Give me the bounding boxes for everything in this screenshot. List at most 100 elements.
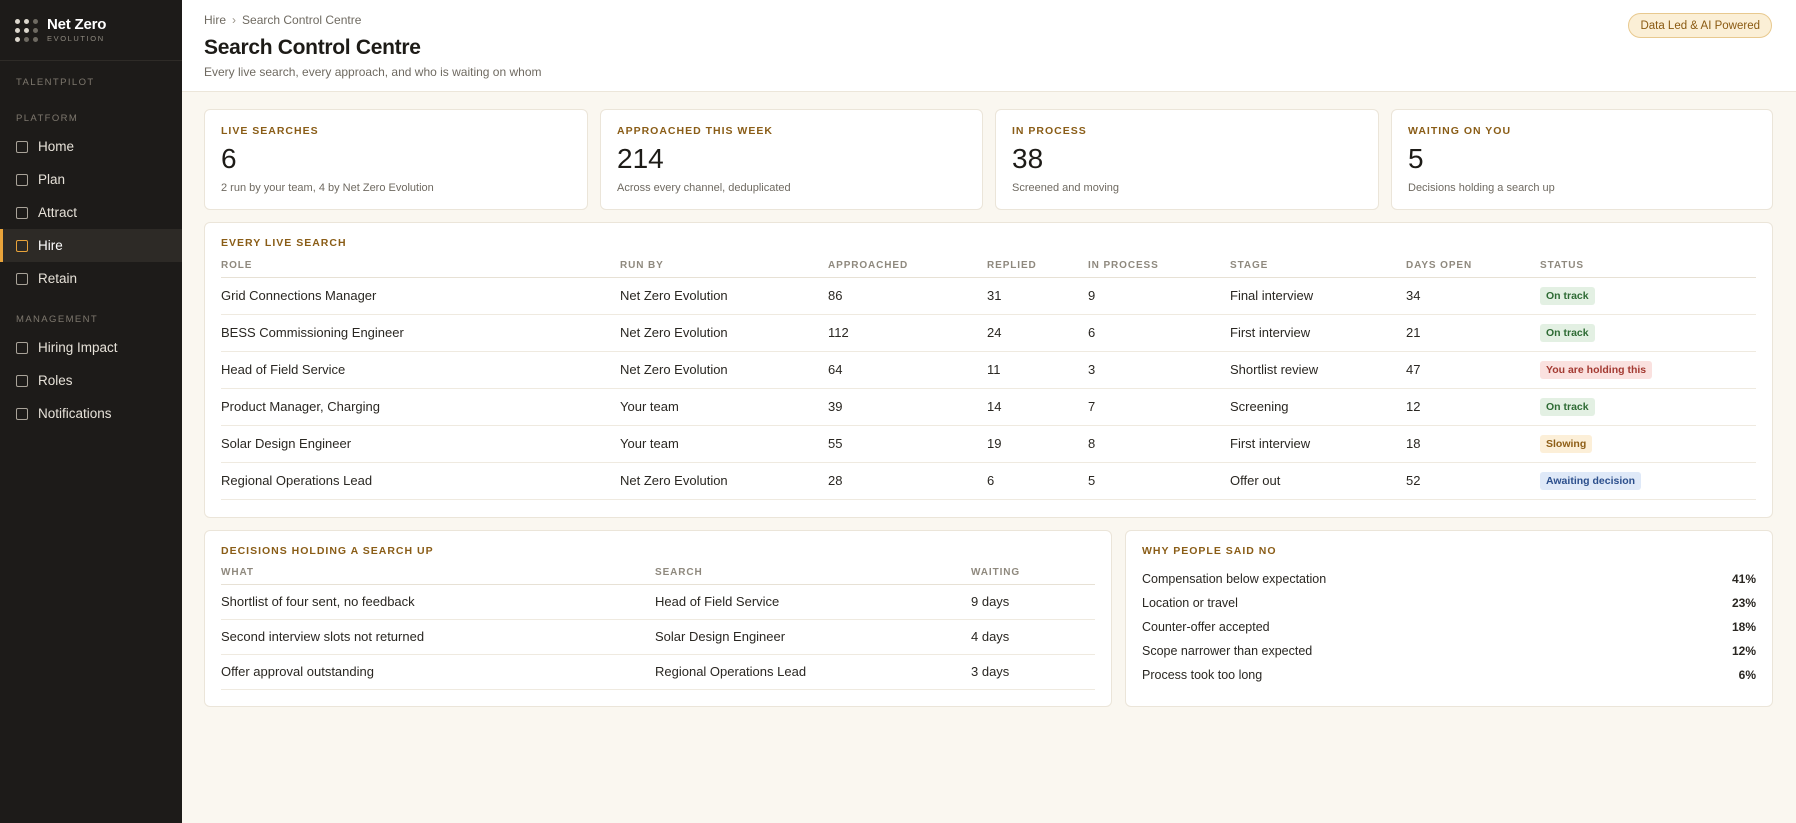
checkbox-icon [16,140,28,153]
reasons-list: Compensation below expectation 41% Locat… [1142,567,1756,687]
status-badge: You are holding this [1540,360,1653,379]
brand[interactable]: Net Zero EVOLUTION [0,0,182,61]
checkbox-icon [16,272,28,285]
column-header-replied[interactable]: REPLIED [987,255,1088,278]
breadcrumb-item-current: Search Control Centre [242,13,362,27]
column-header-role[interactable]: ROLE [221,255,620,278]
kpi-label: WAITING ON YOU [1408,125,1512,137]
table-row[interactable]: BESS Commissioning Engineer Net Zero Evo… [221,314,1756,352]
sidebar-item-notifications[interactable]: Notifications [0,397,182,430]
cell-run-by: Net Zero Evolution [620,351,828,389]
cell-role: Solar Design Engineer [221,425,620,463]
status-badge: On track [1540,323,1595,342]
cell-run-by: Net Zero Evolution [620,462,828,500]
kpi-note: Decisions holding a search up [1408,182,1555,195]
cell-approached: 55 [828,425,987,463]
sidebar-item-hiring-impact[interactable]: Hiring Impact [0,331,182,364]
sidebar-item-plan[interactable]: Plan [0,163,182,196]
list-item: Compensation below expectation 41% [1142,567,1756,591]
column-header-run-by[interactable]: RUN BY [620,255,828,278]
cell-days-open: 18 [1406,425,1540,463]
breadcrumb: Hire › Search Control Centre [204,13,361,27]
reason-label: Location or travel [1142,596,1238,610]
sidebar-item-attract[interactable]: Attract [0,196,182,229]
cell-search: Head of Field Service [655,584,971,620]
kpi-card-live-searches: LIVE SEARCHES 6 2 run by your team, 4 by… [204,109,588,210]
table-row[interactable]: Second interview slots not returned Sola… [221,619,1095,655]
cell-role: Product Manager, Charging [221,388,620,426]
live-searches-panel: EVERY LIVE SEARCH ROLE RUN BY APPROACHED… [204,222,1773,518]
kpi-note: 2 run by your team, 4 by Net Zero Evolut… [221,182,434,195]
sidebar-item-label: Home [38,139,75,154]
table-row[interactable]: Offer approval outstanding Regional Oper… [221,654,1095,690]
panel-title: WHY PEOPLE SAID NO [1142,545,1277,557]
reason-label: Counter-offer accepted [1142,620,1270,634]
cell-in-process: 8 [1088,425,1230,463]
cell-role: Grid Connections Manager [221,277,620,315]
cell-approached: 39 [828,388,987,426]
cell-approached: 28 [828,462,987,500]
cell-replied: 19 [987,425,1088,463]
panel-title: EVERY LIVE SEARCH [221,237,347,249]
column-header-in-process[interactable]: IN PROCESS [1088,255,1230,278]
cell-days-open: 52 [1406,462,1540,500]
cell-in-process: 3 [1088,351,1230,389]
page-header: Hire › Search Control Centre Search Contro… [182,0,1796,92]
column-header-stage[interactable]: STAGE [1230,255,1406,278]
kpi-note: Across every channel, deduplicated [617,182,791,195]
table-row[interactable]: Product Manager, Charging Your team 39 1… [221,388,1756,426]
column-header-what: WHAT [221,562,655,585]
cell-approached: 112 [828,314,987,352]
table-row[interactable]: Solar Design Engineer Your team 55 19 8 … [221,425,1756,463]
cell-replied: 31 [987,277,1088,315]
decisions-table: WHAT SEARCH WAITING Shortlist of four se… [221,562,1095,690]
cell-waiting: 9 days [971,584,1095,620]
reason-label: Compensation below expectation [1142,572,1327,586]
reasons-panel: WHY PEOPLE SAID NO Compensation below ex… [1125,530,1773,707]
table-row[interactable]: Grid Connections Manager Net Zero Evolut… [221,277,1756,315]
column-header-approached[interactable]: APPROACHED [828,255,987,278]
table-row[interactable]: Head of Field Service Net Zero Evolution… [221,351,1756,389]
cell-in-process: 6 [1088,314,1230,352]
list-item: Counter-offer accepted 18% [1142,615,1756,639]
sidebar-item-label: Roles [38,373,73,388]
checkbox-icon [16,239,28,252]
cell-in-process: 5 [1088,462,1230,500]
management-nav: Hiring Impact Roles Notifications [0,331,182,430]
sidebar-item-home[interactable]: Home [0,130,182,163]
list-item: Process took too long 6% [1142,663,1756,687]
breadcrumb-item-hire[interactable]: Hire [204,13,226,27]
cell-stage: Final interview [1230,277,1406,315]
kpi-label: IN PROCESS [1012,125,1087,137]
table-row[interactable]: Regional Operations Lead Net Zero Evolut… [221,462,1756,500]
table-header-row: WHAT SEARCH WAITING [221,562,1095,585]
app-label: TALENTPILOT [16,77,95,88]
sidebar-item-roles[interactable]: Roles [0,364,182,397]
sidebar-item-hire[interactable]: Hire [0,229,182,262]
reason-label: Process took too long [1142,668,1263,682]
table-row[interactable]: Shortlist of four sent, no feedback Head… [221,584,1095,620]
checkbox-icon [16,341,28,354]
column-header-waiting: WAITING [971,562,1095,585]
status-badge: Slowing [1540,434,1593,453]
reason-percent: 12% [1731,644,1756,658]
cell-days-open: 34 [1406,277,1540,315]
kpi-label: APPROACHED THIS WEEK [617,125,773,137]
cell-stage: Shortlist review [1230,351,1406,389]
sidebar: Net Zero EVOLUTION TALENTPILOT PLATFORM … [0,0,182,823]
cell-search: Regional Operations Lead [655,654,971,690]
column-header-search: SEARCH [655,562,971,585]
sidebar-item-retain[interactable]: Retain [0,262,182,295]
cell-waiting: 3 days [971,654,1095,690]
reason-percent: 6% [1738,668,1756,682]
cell-replied: 6 [987,462,1088,500]
reason-percent: 18% [1731,620,1756,634]
cell-what: Shortlist of four sent, no feedback [221,584,655,620]
section-label-platform: PLATFORM [16,113,79,124]
column-header-status[interactable]: STATUS [1540,255,1756,278]
checkbox-icon [16,407,28,420]
column-header-days-open[interactable]: DAYS OPEN [1406,255,1540,278]
brand-name: Net Zero [47,16,107,34]
sidebar-item-label: Notifications [38,406,112,421]
status-badge: Awaiting decision [1540,471,1642,490]
